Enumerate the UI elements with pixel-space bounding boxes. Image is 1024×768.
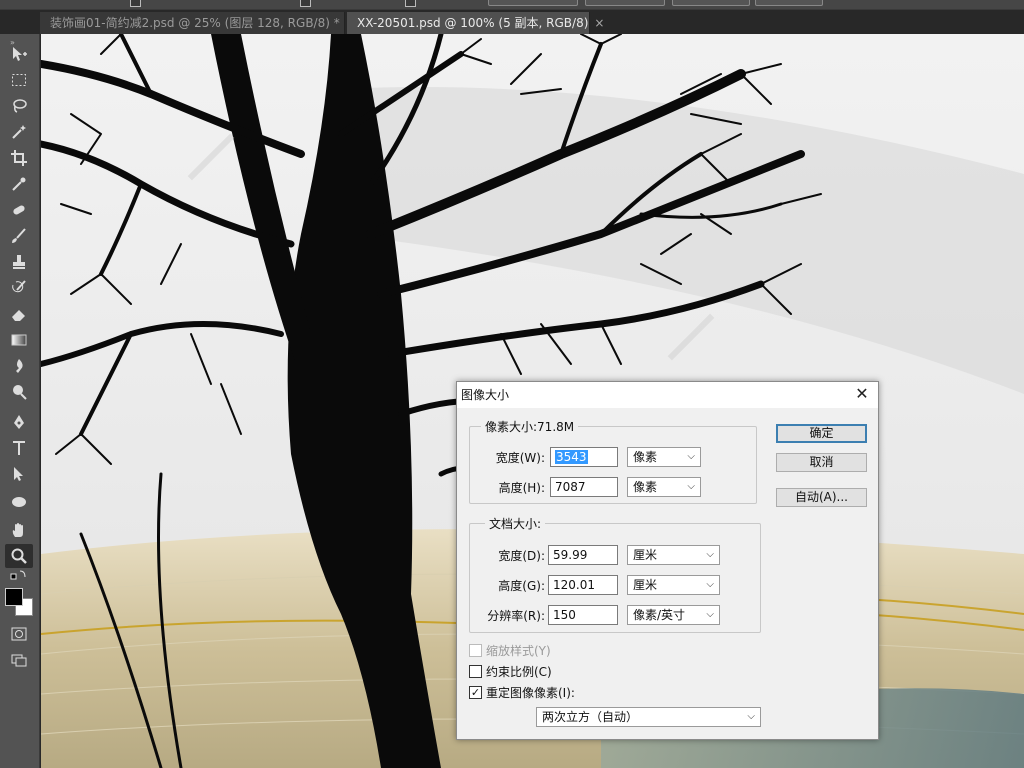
- tab-label: XX-20501.psd @ 100% (5 副本, RGB/8): [357, 16, 589, 30]
- tab-document-2[interactable]: XX-20501.psd @ 100% (5 副本, RGB/8) ×: [347, 12, 604, 34]
- tools-panel: »: [0, 34, 40, 768]
- history-brush-tool-icon[interactable]: [5, 276, 33, 300]
- chevron-down-icon: ⌵: [706, 579, 714, 590]
- resolution-label: 分辨率(R):: [487, 609, 545, 623]
- doc-height-unit-select[interactable]: 厘米 ⌵: [627, 575, 720, 595]
- close-icon[interactable]: ×: [594, 16, 604, 30]
- eyedropper-tool-icon[interactable]: [5, 172, 33, 196]
- options-bar: [0, 0, 1024, 10]
- pixel-width-label: 宽度(W):: [495, 451, 545, 465]
- clone-stamp-tool-icon[interactable]: [5, 250, 33, 274]
- tab-document-1[interactable]: 装饰画01-简约减2.psd @ 25% (图层 128, RGB/8) *×: [40, 12, 356, 34]
- document-size-legend: 文档大小:: [485, 515, 546, 532]
- resolution-input[interactable]: 150: [548, 605, 618, 625]
- scale-styles-label: 缩放样式(Y): [486, 643, 551, 658]
- ellipse-tool-icon[interactable]: [5, 490, 33, 514]
- screen-mode-icon[interactable]: [5, 648, 33, 672]
- options-checkbox[interactable]: [130, 0, 141, 7]
- foreground-color-swatch[interactable]: [5, 588, 23, 606]
- chevron-down-icon: ⌵: [747, 711, 755, 722]
- chevron-down-icon: ⌵: [687, 451, 695, 462]
- gradient-tool-icon[interactable]: [5, 328, 33, 352]
- brush-tool-icon[interactable]: [5, 224, 33, 248]
- healing-brush-tool-icon[interactable]: [5, 198, 33, 222]
- crop-tool-icon[interactable]: [5, 146, 33, 170]
- zoom-tool-icon[interactable]: [5, 544, 33, 568]
- pixel-width-input[interactable]: 3543: [550, 447, 618, 467]
- lasso-tool-icon[interactable]: [5, 94, 33, 118]
- doc-width-label: 宽度(D):: [498, 549, 545, 563]
- options-button[interactable]: [585, 0, 665, 6]
- hand-tool-icon[interactable]: [5, 518, 33, 542]
- checkbox-box: [469, 664, 482, 678]
- chevron-down-icon: ⌵: [706, 609, 714, 620]
- options-button[interactable]: [488, 0, 578, 6]
- swap-colors-icon[interactable]: [5, 568, 33, 582]
- resample-image-checkbox[interactable]: ✓ 重定图像像素(I):: [469, 684, 575, 700]
- tab-label: 装饰画01-简约减2.psd @ 25% (图层 128, RGB/8) *: [50, 16, 340, 30]
- document-tab-bar: 装饰画01-简约减2.psd @ 25% (图层 128, RGB/8) *× …: [0, 10, 1024, 34]
- pixel-width-unit-select[interactable]: 像素 ⌵: [627, 447, 701, 467]
- pixel-height-unit-select[interactable]: 像素 ⌵: [627, 477, 701, 497]
- doc-width-input[interactable]: 59.99: [548, 545, 618, 565]
- chevron-down-icon: ⌵: [706, 549, 714, 560]
- auto-button[interactable]: 自动(A)...: [776, 488, 867, 507]
- chevron-down-icon: ⌵: [687, 481, 695, 492]
- marquee-tool-icon[interactable]: [5, 68, 33, 92]
- dialog-title: 图像大小: [457, 382, 878, 408]
- dodge-tool-icon[interactable]: [5, 380, 33, 404]
- pixel-height-input[interactable]: 7087: [550, 477, 618, 497]
- quick-mask-icon[interactable]: [5, 622, 33, 646]
- resample-method-select[interactable]: 两次立方（自动） ⌵: [536, 707, 761, 727]
- cancel-button[interactable]: 取消: [776, 453, 867, 472]
- move-tool-icon[interactable]: [5, 42, 33, 66]
- resolution-unit-select[interactable]: 像素/英寸 ⌵: [627, 605, 720, 625]
- scale-styles-checkbox[interactable]: 缩放样式(Y): [469, 642, 551, 658]
- close-icon[interactable]: ✕: [854, 386, 870, 402]
- options-checkbox[interactable]: [300, 0, 311, 7]
- ok-button[interactable]: 确定: [776, 424, 867, 443]
- magic-wand-tool-icon[interactable]: [5, 120, 33, 144]
- pen-tool-icon[interactable]: [5, 410, 33, 434]
- check-icon: ✓: [469, 685, 482, 699]
- pixel-dimensions-legend: 像素大小:71.8M: [481, 418, 579, 435]
- doc-height-input[interactable]: 120.01: [548, 575, 618, 595]
- options-button[interactable]: [755, 0, 823, 6]
- constrain-label: 约束比例(C): [486, 664, 552, 679]
- photoshop-window: 装饰画01-简约减2.psd @ 25% (图层 128, RGB/8) *× …: [0, 0, 1024, 768]
- pixel-height-label: 高度(H):: [498, 481, 545, 495]
- doc-width-unit-select[interactable]: 厘米 ⌵: [627, 545, 720, 565]
- constrain-proportions-checkbox[interactable]: 约束比例(C): [469, 663, 552, 679]
- resample-label: 重定图像像素(I):: [486, 685, 575, 700]
- smudge-tool-icon[interactable]: [5, 354, 33, 378]
- image-size-dialog: 图像大小 ✕ 像素大小:71.8M 宽度(W): 3543 像素 ⌵ 高度(H):…: [456, 381, 879, 740]
- checkbox-box: [469, 643, 482, 657]
- doc-height-label: 高度(G):: [498, 579, 545, 593]
- type-tool-icon[interactable]: [5, 436, 33, 460]
- options-checkbox[interactable]: [405, 0, 416, 7]
- eraser-tool-icon[interactable]: [5, 302, 33, 326]
- options-button[interactable]: [672, 0, 750, 6]
- path-selection-tool-icon[interactable]: [5, 462, 33, 486]
